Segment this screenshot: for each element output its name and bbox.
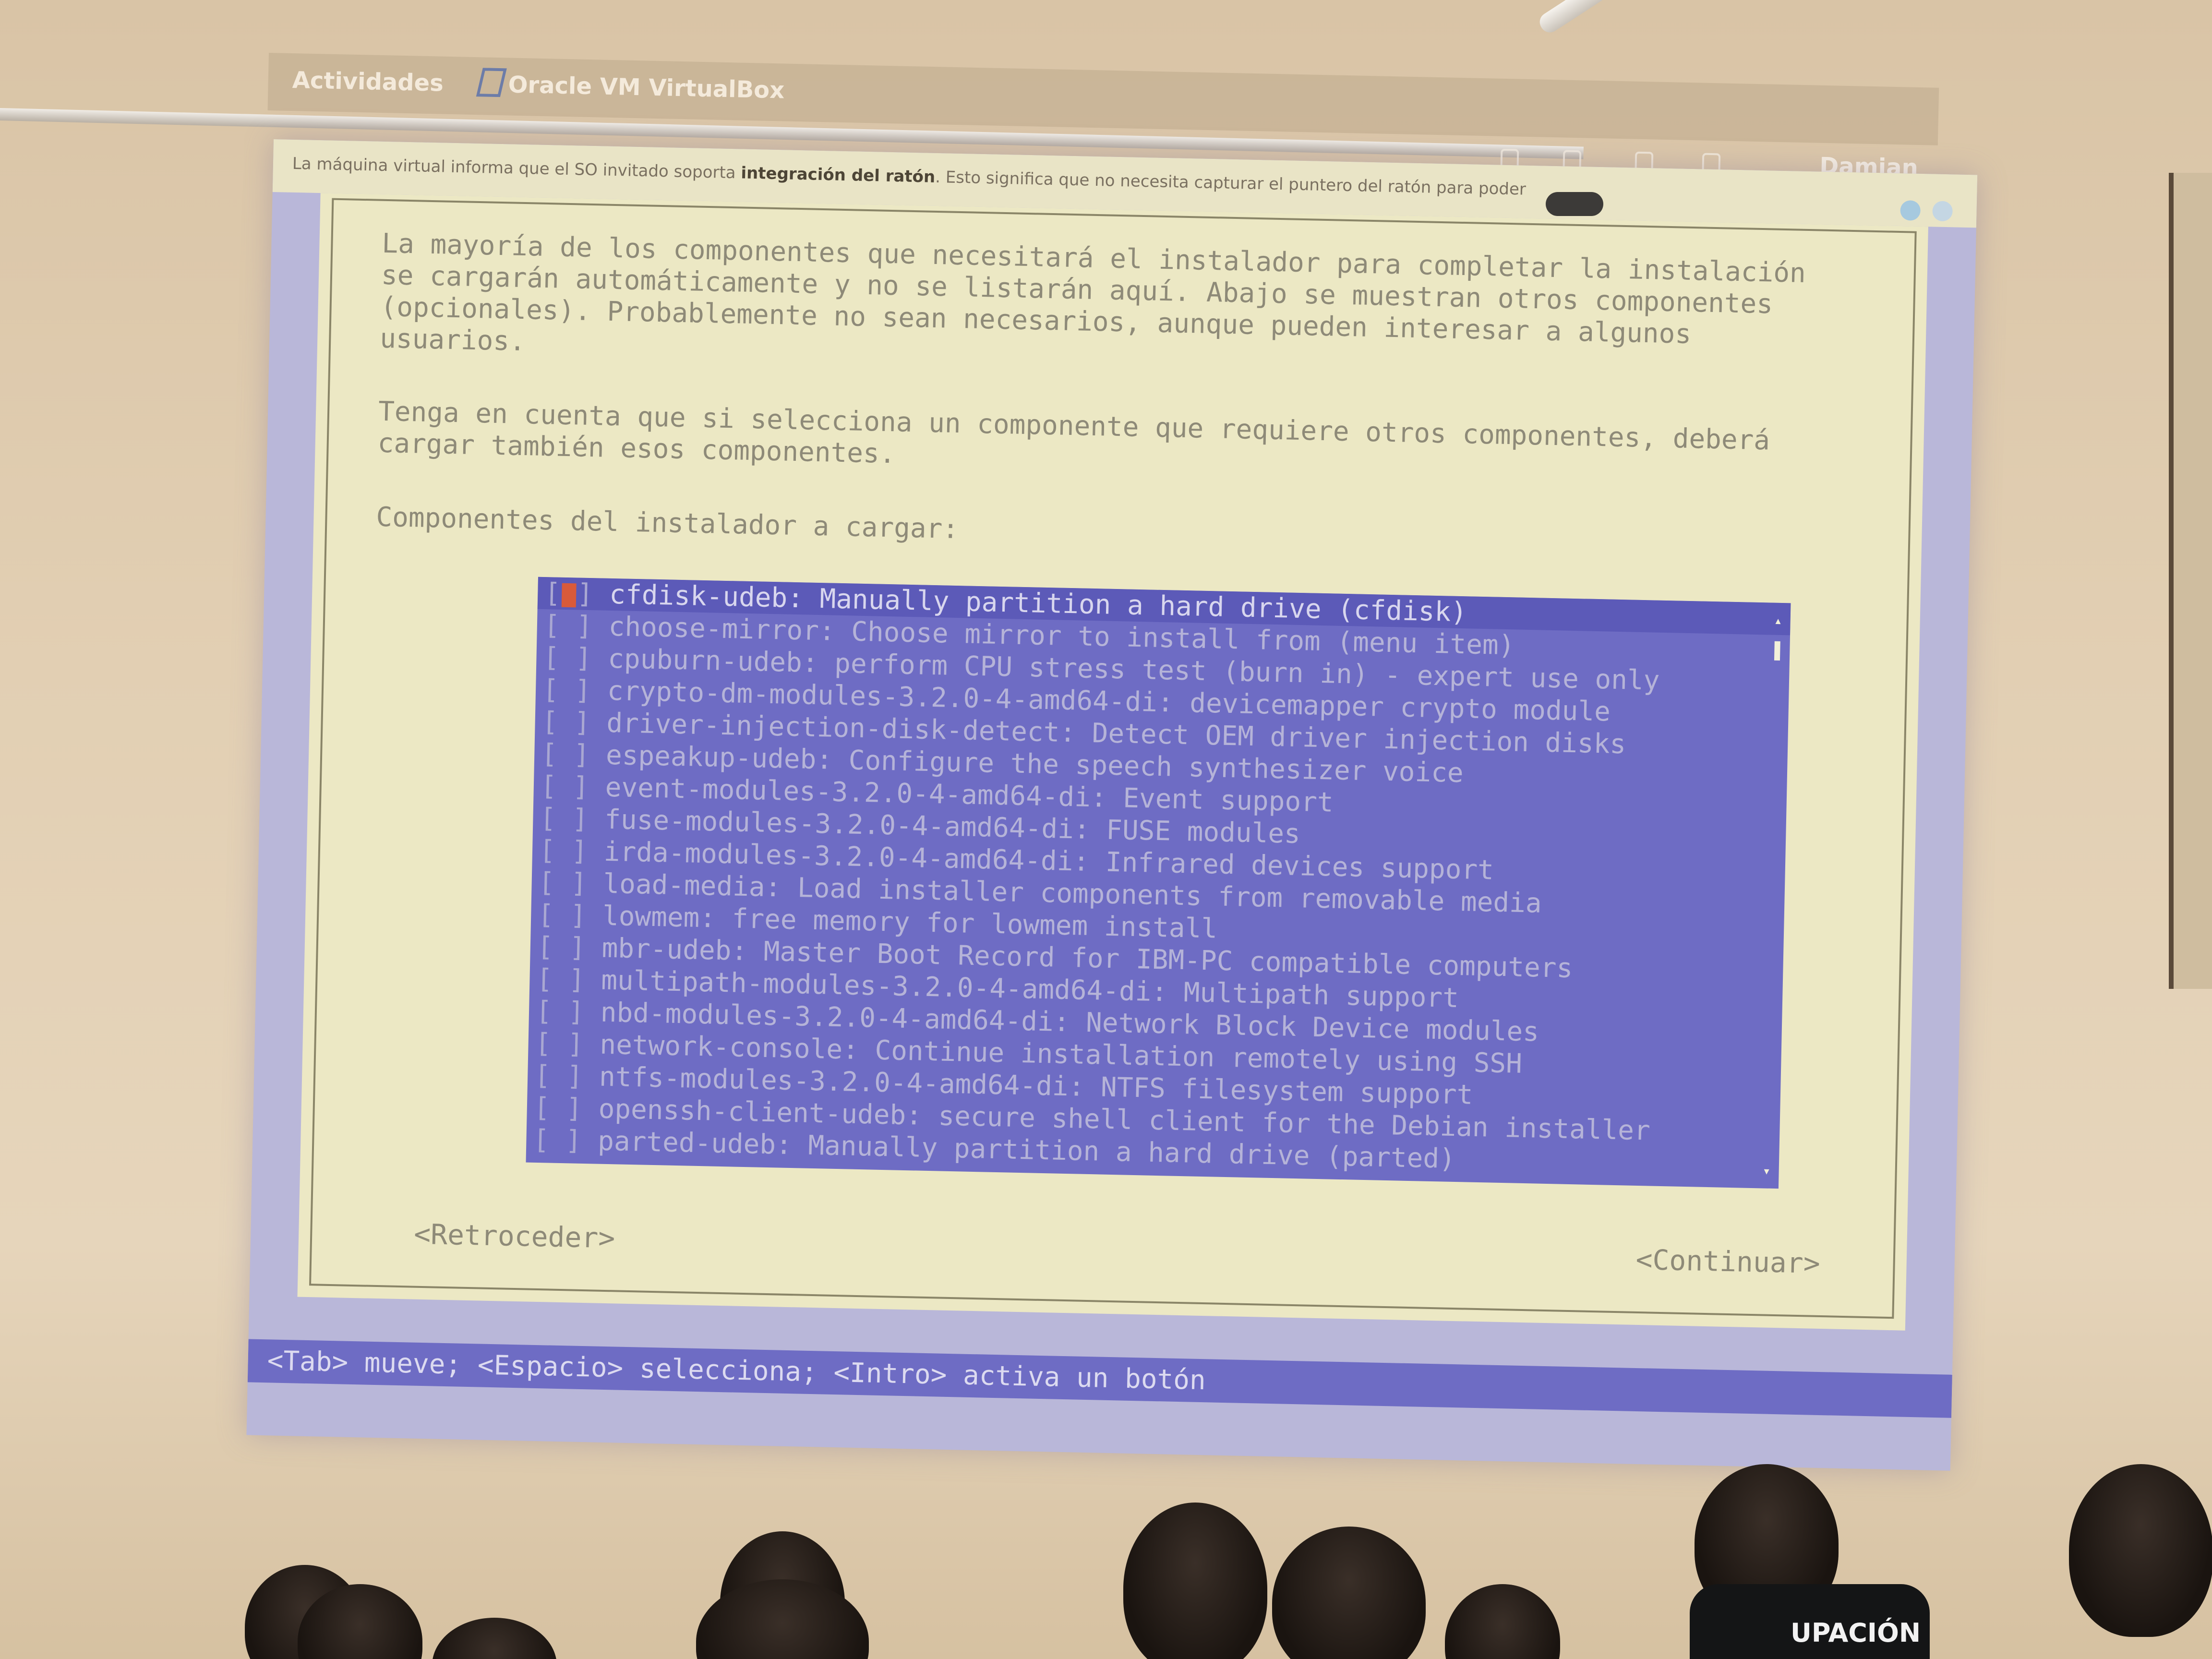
component-checkbox[interactable]: [ ] <box>534 1060 583 1092</box>
component-checkbox[interactable]: [ ] <box>533 1092 582 1124</box>
installer-dialog: La mayoría de los componentes que necesi… <box>297 193 1928 1331</box>
component-checkbox[interactable]: [ ] <box>538 899 587 931</box>
component-checklist[interactable]: [] cfdisk-udeb: Manually partition a har… <box>526 577 1791 1189</box>
component-checkbox[interactable]: [ ] <box>535 996 584 1028</box>
info-icon[interactable] <box>1900 200 1921 221</box>
virtualbox-logo-icon <box>476 68 507 97</box>
component-checkbox[interactable]: [ ] <box>540 770 589 803</box>
notice-controls <box>1893 200 1953 226</box>
door-frame <box>2169 173 2212 989</box>
close-notice-icon[interactable] <box>1932 201 1953 222</box>
component-rows: [] cfdisk-udeb: Manually partition a har… <box>526 577 1791 1182</box>
virtualbox-window: La máquina virtual informa que el SO inv… <box>246 139 1978 1471</box>
scroll-up-icon[interactable]: ▴ <box>1774 613 1782 628</box>
notice-text-end: . Esto significa que no necesita captura… <box>935 167 1527 199</box>
projector-mount-arm <box>1536 0 1877 36</box>
component-checkbox[interactable]: [ ] <box>538 867 587 899</box>
shirt-print: UPACIÓN <box>1791 1618 1921 1648</box>
keyboard-help-bar: <Tab> mueve; <Espacio> selecciona; <Intr… <box>247 1339 1952 1418</box>
component-checkbox[interactable]: [ ] <box>533 1124 582 1156</box>
app-menu-label[interactable]: Oracle VM VirtualBox <box>508 71 785 104</box>
component-checkbox[interactable]: [ ] <box>537 931 586 963</box>
scroll-thumb[interactable] <box>1774 641 1780 661</box>
audience-head <box>1272 1527 1426 1659</box>
audience-head <box>432 1618 557 1659</box>
scroll-down-icon[interactable]: ▾ <box>1762 1163 1771 1178</box>
component-checkbox[interactable]: [ ] <box>536 963 585 996</box>
component-checkbox[interactable]: [] <box>544 577 594 610</box>
audience-head <box>2069 1464 2212 1637</box>
projection-room-scene: Actividades Oracle VM VirtualBox Damian … <box>0 0 2212 1659</box>
notice-text: La máquina virtual informa que el SO inv… <box>292 154 741 183</box>
cursor-icon <box>561 583 577 608</box>
component-checkbox[interactable]: [ ] <box>541 706 590 738</box>
component-checkbox[interactable]: [ ] <box>535 1028 584 1060</box>
projector-head <box>1546 192 1603 216</box>
continue-button[interactable]: <Continuar> <box>1635 1243 1820 1280</box>
audience-head <box>1123 1503 1267 1659</box>
activities-button[interactable]: Actividades <box>292 67 444 97</box>
component-checkbox[interactable]: [ ] <box>540 803 589 835</box>
component-checkbox[interactable]: [ ] <box>542 674 591 706</box>
audience-shirt: UPACIÓN <box>1690 1584 1930 1659</box>
component-checkbox[interactable]: [ ] <box>543 610 592 642</box>
component-checkbox[interactable]: [ ] <box>539 835 588 867</box>
back-button[interactable]: <Retroceder> <box>414 1218 615 1255</box>
component-checkbox[interactable]: [ ] <box>543 642 592 674</box>
audience-head <box>1445 1584 1560 1659</box>
component-checkbox[interactable]: [ ] <box>541 738 590 770</box>
notice-bold-text: integración del ratón <box>741 163 936 187</box>
